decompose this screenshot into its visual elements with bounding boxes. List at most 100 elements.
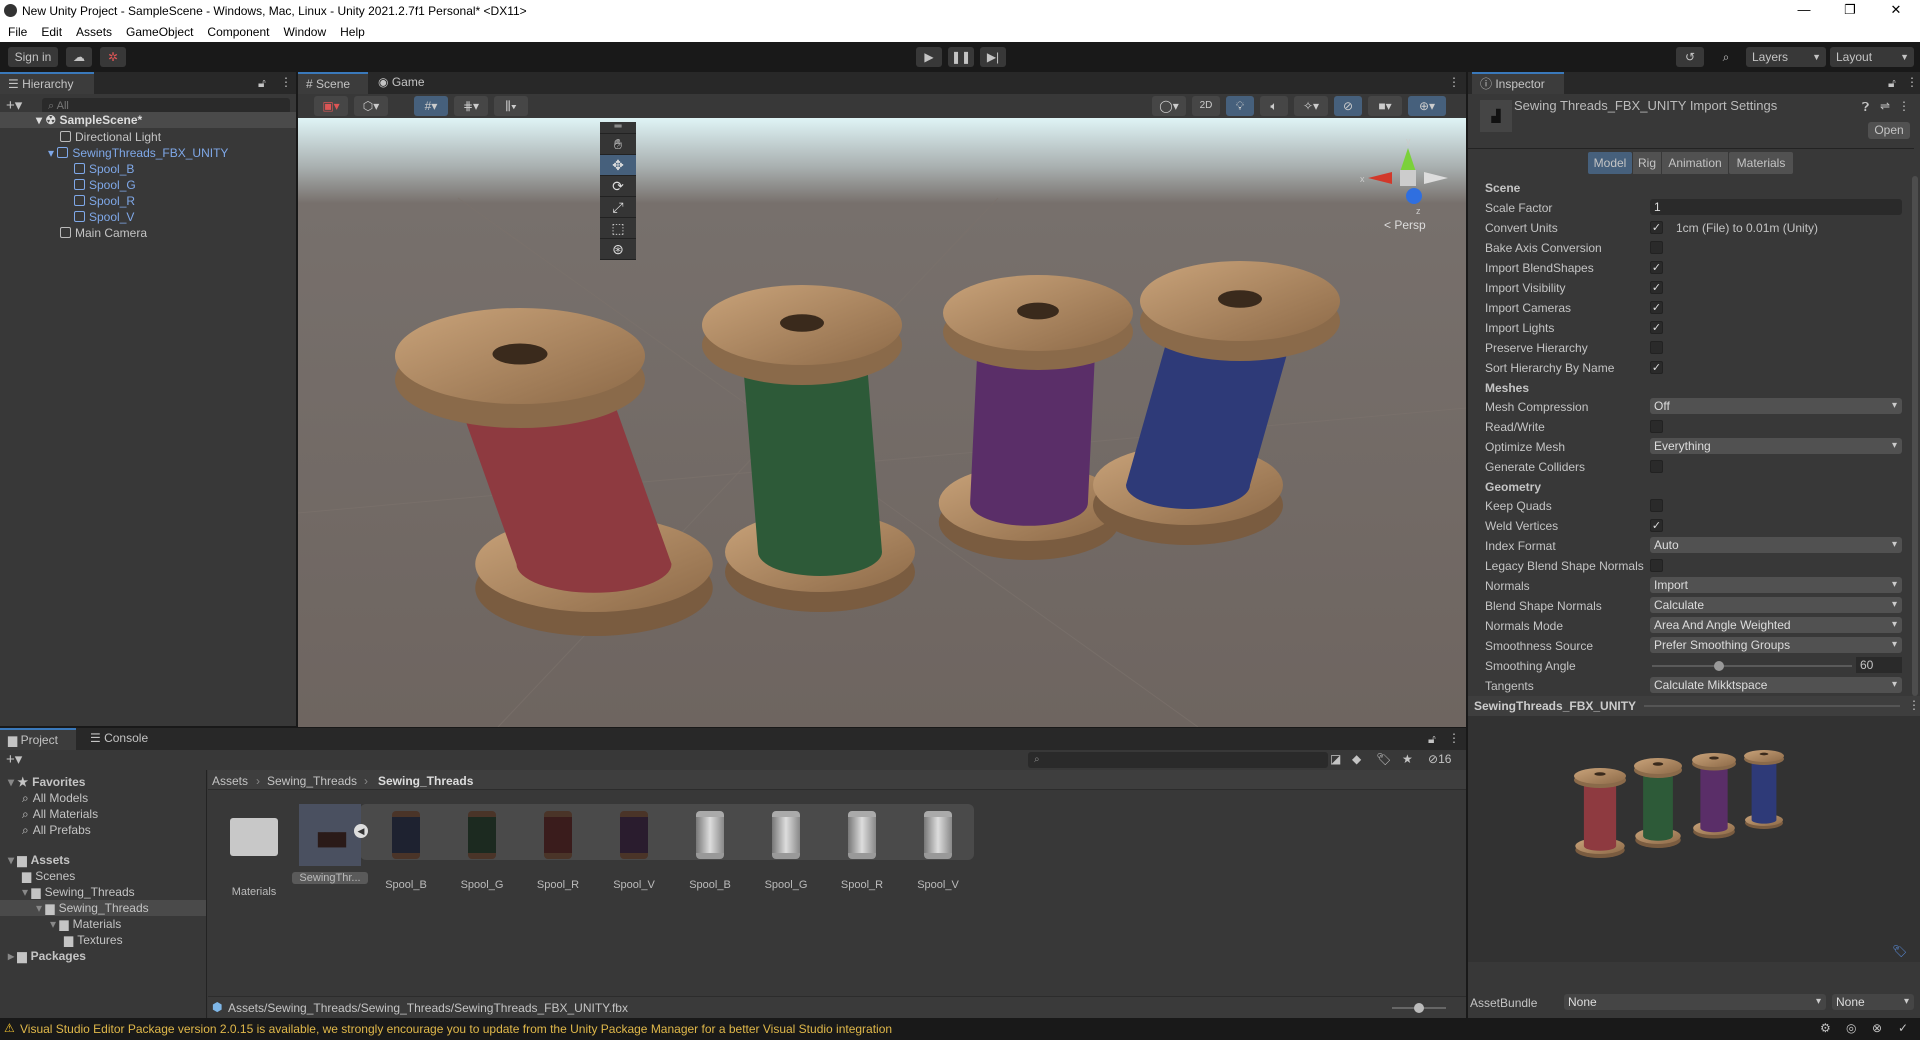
setting-text-field[interactable]: 1 bbox=[1650, 199, 1902, 215]
2d-toggle[interactable]: 2D bbox=[1192, 96, 1220, 116]
progress-ok-icon[interactable]: ✓ bbox=[1898, 1021, 1908, 1035]
setting-checkbox[interactable] bbox=[1650, 341, 1663, 354]
favorite-icon[interactable]: ★ bbox=[1402, 752, 1413, 766]
preview-spool-red[interactable] bbox=[1574, 768, 1626, 858]
gizmo-neg-x-axis[interactable] bbox=[1424, 172, 1448, 184]
breadcrumb-current[interactable]: Sewing_Threads bbox=[378, 774, 473, 788]
setting-dropdown[interactable]: Import bbox=[1650, 577, 1902, 593]
hierarchy-item[interactable]: Main Camera bbox=[0, 225, 296, 241]
assetbundle-variant-dropdown[interactable]: None bbox=[1832, 994, 1914, 1010]
asset-item[interactable]: Spool_V bbox=[900, 804, 976, 891]
network-icon[interactable]: ⊗ bbox=[1872, 1021, 1882, 1035]
hierarchy-item[interactable]: Spool_G bbox=[0, 177, 296, 193]
more-icon[interactable]: ⋮ bbox=[1448, 731, 1460, 745]
setting-checkbox[interactable] bbox=[1650, 499, 1663, 512]
asset-item[interactable]: ▮▮▮▮ SewingThr... bbox=[292, 804, 368, 884]
hidden-packages-toggle[interactable]: ⊘16 bbox=[1428, 752, 1451, 766]
expand-arrow-icon[interactable]: ▾ bbox=[36, 901, 45, 915]
setting-dropdown[interactable]: Off bbox=[1650, 398, 1902, 414]
label-filter-icon[interactable]: 🏷︎ bbox=[1376, 752, 1391, 766]
setting-slider-value[interactable]: 60 bbox=[1856, 657, 1902, 673]
tools-handle[interactable]: ═ bbox=[600, 122, 636, 134]
hidden-objects-toggle[interactable]: ⊘ bbox=[1334, 96, 1362, 116]
setting-dropdown[interactable]: Area And Angle Weighted bbox=[1650, 617, 1902, 633]
tab-hierarchy[interactable]: ☰ Hierarchy bbox=[0, 72, 94, 94]
tab-materials[interactable]: Materials bbox=[1729, 152, 1793, 174]
menu-help[interactable]: Help bbox=[332, 22, 371, 39]
tab-console[interactable]: ☰ Console bbox=[82, 728, 162, 750]
setting-checkbox[interactable]: ✓ bbox=[1650, 519, 1663, 532]
scale-tool-icon[interactable]: ⤢ bbox=[600, 197, 636, 218]
gizmo-z-axis[interactable] bbox=[1406, 188, 1422, 204]
project-tree-item[interactable]: ▾ ▆ Sewing_Threads bbox=[0, 900, 206, 916]
setting-dropdown[interactable]: Prefer Smoothing Groups bbox=[1650, 637, 1902, 653]
minimize-button[interactable]: — bbox=[1784, 2, 1824, 17]
audio-toggle[interactable]: 🔈︎ bbox=[1260, 96, 1288, 116]
setting-checkbox[interactable]: ✓ bbox=[1650, 261, 1663, 274]
lock-icon[interactable]: 🔓︎ bbox=[1428, 732, 1436, 747]
assetbundle-dropdown[interactable]: None bbox=[1564, 994, 1826, 1010]
menu-window[interactable]: Window bbox=[275, 22, 332, 39]
setting-dropdown[interactable]: Calculate bbox=[1650, 597, 1902, 613]
setting-checkbox[interactable] bbox=[1650, 460, 1663, 473]
preview-spool-purple[interactable] bbox=[1692, 753, 1736, 839]
menu-gameobject[interactable]: GameObject bbox=[118, 22, 199, 39]
hierarchy-item[interactable]: Directional Light bbox=[0, 129, 296, 145]
asset-item[interactable]: Spool_R bbox=[520, 804, 596, 891]
expand-arrow-icon[interactable]: ▸ bbox=[8, 949, 17, 963]
project-tree-item[interactable]: ⌕ All Models bbox=[0, 790, 206, 806]
tab-scene[interactable]: # Scene bbox=[298, 72, 368, 94]
preview-spool-green[interactable] bbox=[1634, 758, 1682, 848]
close-button[interactable]: ✕ bbox=[1876, 2, 1916, 18]
setting-checkbox[interactable]: ✓ bbox=[1650, 281, 1663, 294]
breadcrumb-assets[interactable]: Assets bbox=[212, 774, 248, 788]
hierarchy-item[interactable]: Spool_R bbox=[0, 193, 296, 209]
scene-root-row[interactable]: ▾ ☢ SampleScene* bbox=[0, 112, 296, 128]
transform-tool-icon[interactable]: ⊛ bbox=[600, 239, 636, 260]
grid-snap-button[interactable]: #▾ bbox=[414, 96, 448, 116]
hierarchy-item[interactable]: ▾ SewingThreads_FBX_UNITY bbox=[0, 145, 296, 161]
setting-dropdown[interactable]: Calculate Mikktspace bbox=[1650, 677, 1902, 693]
setting-dropdown[interactable]: Auto bbox=[1650, 537, 1902, 553]
menu-assets[interactable]: Assets bbox=[68, 22, 118, 39]
project-tree-item[interactable]: ▾ ▆ Sewing_Threads bbox=[0, 884, 206, 900]
gizmos-button[interactable]: ⊕▾ bbox=[1408, 96, 1446, 116]
tab-rig[interactable]: Rig bbox=[1633, 152, 1661, 174]
layers-dropdown[interactable]: Layers ▼ bbox=[1746, 47, 1826, 67]
step-button[interactable]: ▶| bbox=[980, 47, 1006, 67]
project-tree-item[interactable]: ▆ Scenes bbox=[0, 868, 206, 884]
layout-dropdown[interactable]: Layout ▼ bbox=[1830, 47, 1914, 67]
create-icon[interactable]: +▾ bbox=[6, 750, 22, 768]
collab-icon[interactable]: ✲ bbox=[100, 47, 126, 67]
setting-slider-thumb[interactable] bbox=[1713, 661, 1724, 671]
setting-checkbox[interactable]: ✓ bbox=[1650, 301, 1663, 314]
search-icon[interactable]: ⌕ bbox=[1712, 47, 1740, 67]
label-icon[interactable]: 🏷︎ bbox=[1892, 944, 1907, 958]
setting-checkbox[interactable] bbox=[1650, 241, 1663, 254]
move-tool-icon[interactable]: ✥ bbox=[600, 155, 636, 176]
setting-checkbox[interactable] bbox=[1650, 559, 1663, 572]
render-mode-button[interactable]: ⬡▾ bbox=[354, 96, 388, 116]
expand-arrow-icon[interactable]: ▾ bbox=[8, 853, 17, 867]
tab-animation[interactable]: Animation bbox=[1662, 152, 1728, 174]
menu-component[interactable]: Component bbox=[199, 22, 275, 39]
hierarchy-item[interactable]: Spool_V bbox=[0, 209, 296, 225]
setting-slider-track[interactable] bbox=[1652, 665, 1852, 667]
expand-arrow-icon[interactable]: ▾ bbox=[8, 775, 17, 789]
help-icon[interactable]: ❓︎ bbox=[1862, 100, 1869, 115]
filter-type-icon[interactable]: ◆ bbox=[1352, 752, 1361, 766]
presets-icon[interactable]: ⇌ bbox=[1880, 99, 1890, 113]
expand-arrow-icon[interactable]: ▾ bbox=[22, 885, 31, 899]
hierarchy-item[interactable]: Spool_B bbox=[0, 161, 296, 177]
collapse-subassets-icon[interactable]: ◀ bbox=[354, 824, 368, 838]
model-preview[interactable]: 🏷︎ bbox=[1468, 716, 1920, 962]
asset-item[interactable]: Materials bbox=[216, 804, 292, 898]
project-tree-item[interactable]: ⌕ All Prefabs bbox=[0, 822, 206, 838]
menu-file[interactable]: File bbox=[0, 22, 33, 39]
project-tree-item[interactable]: ▾ ▆ Assets bbox=[0, 852, 206, 868]
cloud-icon[interactable]: ☁ bbox=[66, 47, 92, 67]
open-button[interactable]: Open bbox=[1868, 122, 1910, 139]
inspector-scrollbar[interactable] bbox=[1912, 176, 1918, 696]
rotate-tool-icon[interactable]: ⟳ bbox=[600, 176, 636, 197]
project-tree-item[interactable]: ▆ Textures bbox=[0, 932, 206, 948]
